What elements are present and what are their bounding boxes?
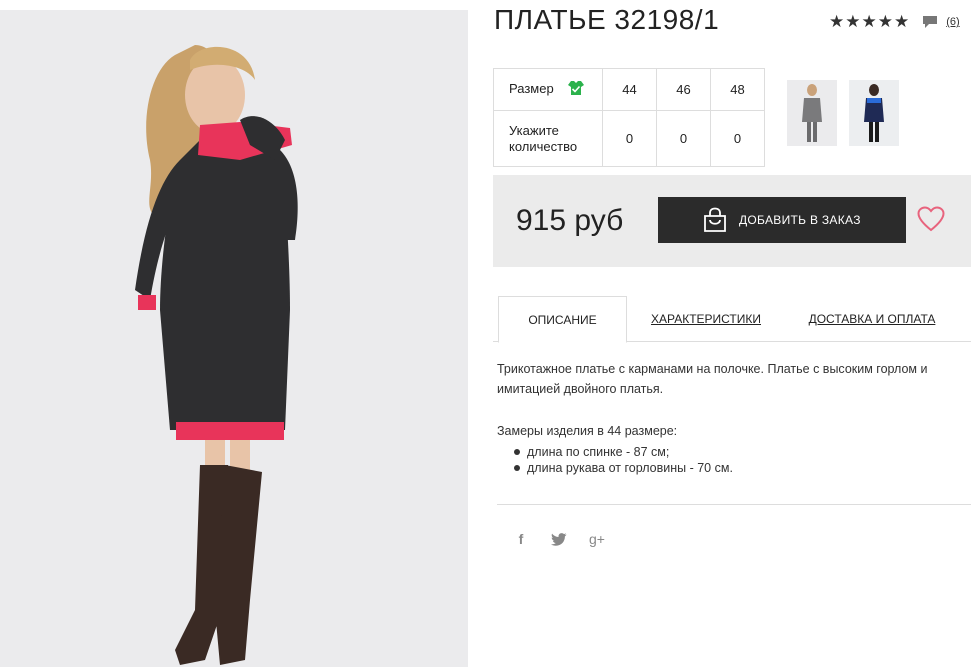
hanger-icon[interactable]: [567, 80, 585, 99]
social-share: f g+: [511, 530, 607, 548]
quantity-input[interactable]: 0: [710, 110, 765, 167]
size-option[interactable]: 46: [656, 68, 711, 111]
bag-icon: [702, 207, 728, 236]
thumbnail-blue-dress[interactable]: [849, 80, 899, 146]
facebook-icon[interactable]: f: [511, 530, 531, 548]
product-tabs: ОПИСАНИЕ ХАРАКТЕРИСТИКИ ДОСТАВКА И ОПЛАТ…: [493, 296, 971, 343]
tab-description[interactable]: ОПИСАНИЕ: [498, 296, 627, 343]
size-option[interactable]: 48: [710, 68, 765, 111]
star-icon[interactable]: ★★★★★: [829, 12, 910, 32]
product-description: Трикотажное платье с карманами на полочк…: [497, 362, 928, 396]
size-label: Размер: [509, 80, 554, 96]
add-to-order-label: ДОБАВИТЬ В ЗАКАЗ: [739, 213, 861, 227]
quantity-input[interactable]: 0: [602, 110, 657, 167]
list-item: длина рукава от горловины - 70 см.: [514, 460, 733, 476]
product-main-photo[interactable]: [0, 10, 468, 667]
thumbnail-gray-dress[interactable]: [787, 80, 837, 146]
divider: [497, 504, 971, 505]
tab-characteristics[interactable]: ХАРАКТЕРИСТИКИ: [648, 296, 764, 342]
googleplus-icon[interactable]: g+: [587, 530, 607, 548]
measurements-list: длина по спинке - 87 см; длина рукава от…: [514, 444, 733, 476]
rating: ★★★★★ (6): [829, 12, 960, 32]
buy-box: 915 руб ДОБАВИТЬ В ЗАКАЗ: [493, 175, 971, 267]
size-option[interactable]: 44: [602, 68, 657, 111]
price: 915 руб: [516, 204, 624, 237]
review-count-link[interactable]: (6): [946, 16, 959, 28]
twitter-icon[interactable]: [549, 530, 569, 548]
list-item: длина по спинке - 87 см;: [514, 444, 733, 460]
quantity-input[interactable]: 0: [656, 110, 711, 167]
comment-icon[interactable]: [922, 15, 938, 29]
size-header: Размер: [493, 68, 603, 111]
add-to-order-button[interactable]: ДОБАВИТЬ В ЗАКАЗ: [658, 197, 906, 243]
size-quantity-table: Размер 44 46 48 Укажите количество 0 0 0: [493, 68, 765, 167]
heart-icon[interactable]: [917, 206, 945, 237]
tab-delivery-payment[interactable]: ДОСТАВКА И ОПЛАТА: [806, 296, 938, 342]
measurements-title: Замеры изделия в 44 размере:: [497, 424, 678, 438]
quantity-label: Укажите количество: [493, 110, 603, 167]
product-title: ПЛАТЬЕ 32198/1: [494, 4, 720, 35]
